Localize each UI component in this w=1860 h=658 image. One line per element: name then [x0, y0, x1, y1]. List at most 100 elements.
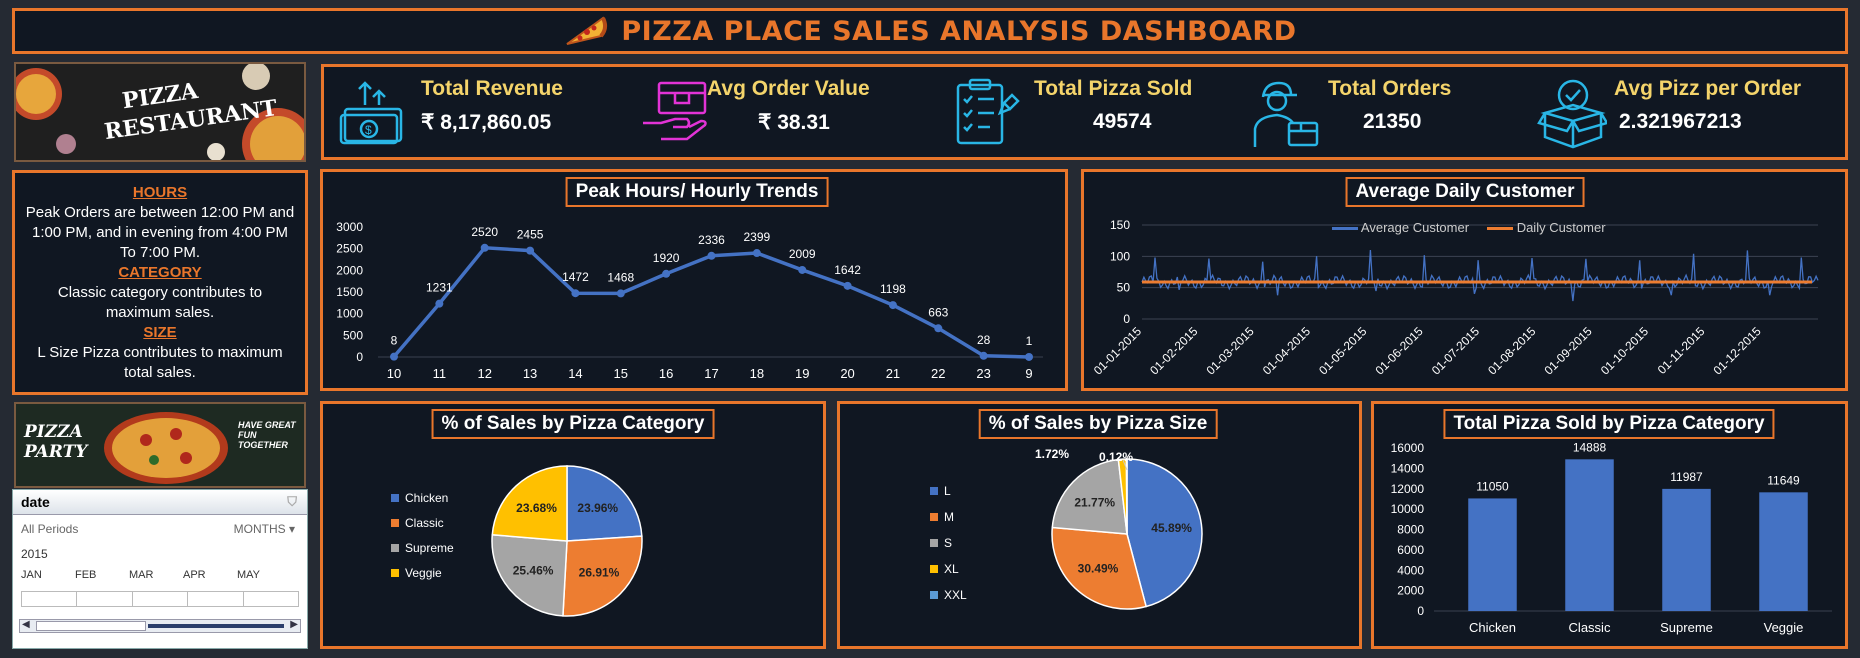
- data-point: [752, 249, 761, 258]
- series-line: [392, 245, 1030, 359]
- time-level-dropdown[interactable]: MONTHS ▾: [234, 515, 295, 543]
- x-tick-label: 10: [387, 366, 401, 381]
- data-label: 1920: [653, 251, 680, 265]
- y-tick-label: 1500: [336, 285, 363, 299]
- kpi-value: 49574: [1093, 110, 1152, 133]
- data-point: [526, 246, 535, 255]
- y-tick-label: 8000: [1397, 523, 1424, 537]
- slicer-scrollbar[interactable]: ◀ ▶: [19, 619, 301, 633]
- data-point: [1025, 352, 1033, 361]
- data-label: 8: [391, 334, 398, 348]
- kpi-total-pizza-sold: Total Pizza Sold 49574: [952, 77, 1232, 157]
- kpi-total-orders: Total Orders 21350: [1249, 77, 1529, 157]
- y-tick-label: 1000: [336, 307, 363, 321]
- clear-filter-icon[interactable]: ⛉: [287, 494, 297, 510]
- x-tick-label: 22: [931, 366, 945, 381]
- money-transfer-icon: $: [339, 81, 403, 145]
- peak-hours-chart: Peak Hours/ Hourly Trends 0 500 1000 1500 20…: [320, 169, 1068, 391]
- kpi-value: 21350: [1363, 110, 1422, 133]
- chart-title: Peak Hours/ Hourly Trends: [565, 177, 829, 207]
- scroll-right-arrow-icon[interactable]: ▶: [290, 619, 298, 630]
- insight-text-hours: Peak Orders are between 12:00 PM and 1:0…: [25, 204, 295, 261]
- data-label: 28: [977, 333, 991, 347]
- dashboard-title: PIZZA PLACE SALES ANALYSIS DASHBOARD: [621, 15, 1297, 47]
- bar: [1468, 498, 1517, 611]
- chart-title: % of Sales by Pizza Category: [431, 409, 715, 439]
- pizza-restaurant-banner: PIZZA RESTAURANT: [14, 62, 306, 162]
- dashboard-title-bar: PIZZA PLACE SALES ANALYSIS DASHBOARD: [12, 8, 1848, 54]
- date-timeline-slicer[interactable]: date ⛉ All Periods MONTHS ▾ 2015 JAN FEB…: [12, 489, 308, 649]
- verified-box-icon: [1537, 79, 1607, 149]
- y-tick-label: 3000: [336, 220, 363, 234]
- legend-swatch: [391, 519, 399, 527]
- legend-label: Supreme: [405, 541, 454, 555]
- y-tick-label: 4000: [1397, 563, 1424, 577]
- y-tick-label: 100: [1110, 249, 1130, 263]
- legend-swatch: [930, 513, 938, 521]
- banner-party-text: PIZZA PARTY: [24, 422, 88, 462]
- x-tick-label: 16: [659, 366, 673, 381]
- pie-value-label: 23.96%: [577, 501, 618, 515]
- data-label: 1231: [426, 281, 453, 295]
- x-tick-label: 01-09-2015: [1541, 324, 1595, 378]
- data-label: 2455: [517, 228, 544, 242]
- kpi-value: ₹ 38.31: [758, 111, 830, 134]
- y-tick-label: 6000: [1397, 543, 1424, 557]
- data-label: 2520: [471, 225, 498, 239]
- x-tick-label: 14: [568, 366, 582, 381]
- data-point: [888, 301, 897, 310]
- y-tick-label: 2000: [1397, 584, 1424, 598]
- category-pie: Chicken Classic Supreme Veggie 23.96% 26.91% 2…: [391, 465, 643, 617]
- kpi-label: Avg Pizz per Order: [1614, 77, 1802, 100]
- chart-legend: Average Customer Daily Customer: [1332, 220, 1606, 235]
- month-label: FEB: [75, 569, 97, 581]
- scroll-left-arrow-icon[interactable]: ◀: [22, 619, 30, 630]
- data-point: [798, 265, 807, 274]
- x-tick-label: 18: [750, 366, 764, 381]
- y-tick-label: 10000: [1391, 502, 1425, 516]
- x-tick-label: 15: [614, 366, 628, 381]
- chart-title: Total Pizza Sold by Pizza Category: [1443, 409, 1775, 439]
- insight-text-size: L Size Pizza contributes to maximum tota…: [37, 344, 283, 381]
- x-tick-label: Classic: [1569, 620, 1611, 635]
- legend-swatch: [930, 591, 938, 599]
- pie-value-label: 23.68%: [516, 501, 557, 515]
- y-tick-label: 0: [1123, 312, 1130, 326]
- category-bar-chart: Total Pizza Sold by Pizza Category 0 2000…: [1371, 401, 1848, 649]
- chart-title: Average Daily Customer: [1345, 177, 1585, 207]
- y-tick-label: 12000: [1391, 482, 1425, 496]
- x-tick-label: 23: [976, 366, 990, 381]
- y-tick-label: 2500: [336, 242, 363, 256]
- x-tick-label: 01-10-2015: [1598, 324, 1652, 378]
- bar: [1759, 492, 1808, 611]
- data-label: 2009: [789, 247, 816, 261]
- kpi-avg-pizza-per-order: Avg Pizz per Order 2.321967213: [1537, 77, 1837, 157]
- bar-value-label: 11050: [1476, 479, 1509, 493]
- banner-tagline: HAVE GREAT FUN TOGETHER: [238, 420, 296, 450]
- legend-swatch: [930, 539, 938, 547]
- data-label: 1472: [562, 270, 589, 284]
- month-label: JAN: [21, 569, 42, 581]
- data-point: [934, 324, 943, 333]
- chart-title: % of Sales by Pizza Size: [978, 409, 1218, 439]
- data-point: [571, 289, 580, 298]
- y-tick-label: 2000: [336, 263, 363, 277]
- y-tick-label: 500: [343, 328, 363, 342]
- data-label: 2399: [744, 230, 771, 244]
- legend-swatch: [930, 565, 938, 573]
- slicer-month-tiles[interactable]: [21, 591, 299, 607]
- kpi-label: Total Orders: [1328, 77, 1452, 100]
- data-label: 2336: [698, 233, 725, 247]
- scroll-thumb[interactable]: [36, 621, 146, 631]
- data-point: [480, 243, 489, 252]
- legend-item: Average Customer: [1332, 220, 1469, 235]
- x-tick-label: Supreme: [1660, 620, 1713, 635]
- data-point: [435, 299, 444, 308]
- kpi-label: Total Revenue: [421, 77, 563, 100]
- category-pie-chart: % of Sales by Pizza Category Chicken Clas…: [320, 401, 826, 649]
- data-label: 1468: [607, 270, 634, 284]
- x-tick-label: 17: [704, 366, 718, 381]
- legend-item: Daily Customer: [1487, 220, 1606, 235]
- y-tick-label: 0: [356, 350, 363, 364]
- pie-value-label: 45.89%: [1151, 521, 1192, 535]
